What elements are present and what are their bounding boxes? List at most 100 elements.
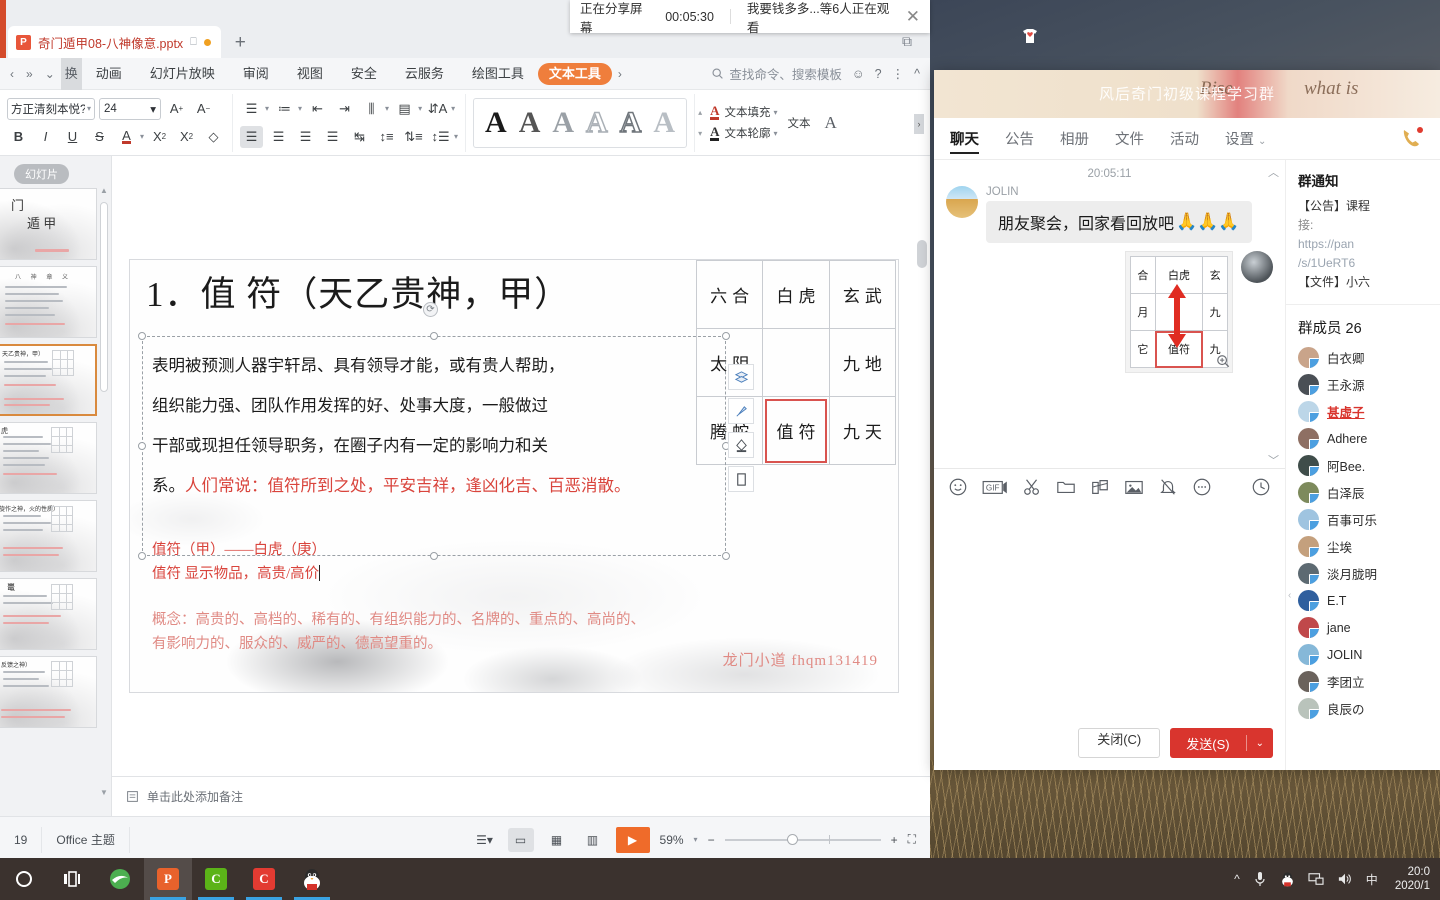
- scissors-icon[interactable]: [1022, 477, 1042, 497]
- chevron-down-icon[interactable]: ▾: [773, 129, 777, 138]
- ribbon-tab-animation[interactable]: 动画: [82, 58, 136, 90]
- browser-icon[interactable]: [96, 858, 144, 900]
- chevron-down-icon[interactable]: ▾: [694, 835, 698, 844]
- clear-formatting-button[interactable]: ◇: [202, 126, 225, 148]
- gif-icon[interactable]: GIF: [982, 477, 1008, 497]
- scroll-down-icon[interactable]: ▼: [99, 788, 109, 800]
- member-row-highlighted[interactable]: 甚虚子: [1286, 398, 1440, 425]
- zoom-slider-knob[interactable]: [786, 833, 798, 845]
- normal-view-button[interactable]: ▭: [507, 827, 534, 852]
- zoom-slider[interactable]: [724, 833, 881, 845]
- numbered-list-button[interactable]: ≔: [273, 98, 296, 120]
- ribbon-tab-slideshow[interactable]: 幻灯片放映: [136, 58, 229, 90]
- scrollbar-thumb[interactable]: [100, 202, 108, 392]
- align-text-button[interactable]: ▤: [393, 98, 416, 120]
- avatar[interactable]: [1241, 251, 1273, 283]
- tab-announcements[interactable]: 公告: [1005, 118, 1034, 160]
- scrollbar-thumb[interactable]: [917, 240, 927, 268]
- shape-outline-icon[interactable]: [728, 466, 754, 492]
- thumbnail-scrollbar[interactable]: ▲ ▼: [99, 186, 109, 800]
- canvas-scrollbar[interactable]: [916, 166, 928, 764]
- collapse-panel-icon[interactable]: ‹: [1288, 590, 1291, 601]
- superscript-button[interactable]: X2: [148, 126, 171, 148]
- feedback-icon[interactable]: ☺: [852, 67, 865, 81]
- member-row[interactable]: E.T: [1286, 587, 1440, 614]
- send-button[interactable]: 发送(S) ⌄: [1170, 728, 1273, 758]
- member-row[interactable]: 尘埃: [1286, 533, 1440, 560]
- help-icon[interactable]: ?: [875, 67, 882, 81]
- tab-chat[interactable]: 聊天: [950, 118, 979, 160]
- font-size-select[interactable]: 24 ▾: [99, 97, 162, 120]
- wordart-gallery[interactable]: A A A A A A: [473, 97, 688, 148]
- chevron-down-icon[interactable]: ▾: [454, 132, 458, 141]
- monitor-icon[interactable]: ⎕: [190, 36, 197, 49]
- slide-thumbnail[interactable]: 八 神 章 义: [0, 266, 97, 338]
- strikethrough-button[interactable]: S: [88, 126, 111, 148]
- reading-view-button[interactable]: ▥: [580, 828, 606, 852]
- member-row[interactable]: jane: [1286, 614, 1440, 641]
- message-bubble[interactable]: 朋友聚会，回家看回放吧 🙏🙏🙏: [986, 201, 1252, 243]
- wordart-style-4[interactable]: A: [581, 106, 613, 138]
- zoom-in-icon[interactable]: [1216, 354, 1230, 368]
- resize-handle-nw[interactable]: [138, 332, 146, 340]
- start-slideshow-button[interactable]: ▶: [615, 826, 650, 853]
- restore-window-icon[interactable]: ⧉: [902, 33, 912, 50]
- distribute-button[interactable]: ↹: [348, 126, 371, 148]
- grid-cell[interactable]: 六合: [695, 260, 764, 329]
- fit-to-window-button[interactable]: ⛶: [908, 832, 916, 847]
- grid-cell-highlighted[interactable]: 值符: [762, 396, 830, 465]
- text-rotation-button[interactable]: ⇵A: [426, 98, 449, 120]
- decrease-indent-button[interactable]: ⇤: [306, 98, 329, 120]
- close-button[interactable]: 关闭(C): [1078, 728, 1161, 758]
- chevron-down-icon[interactable]: ⌄: [39, 67, 61, 81]
- document-tab[interactable]: P 奇门遁甲08-八神像意.pptx ⎕: [8, 26, 221, 58]
- ribbon-tab-view[interactable]: 视图: [283, 58, 337, 90]
- grid-cell[interactable]: 玄武: [828, 260, 897, 329]
- align-right-button[interactable]: ☰: [294, 126, 317, 148]
- wordart-style-6[interactable]: A: [648, 107, 680, 138]
- outline-view-button[interactable]: ☰▾: [472, 828, 498, 852]
- resize-handle-n[interactable]: [430, 332, 438, 340]
- rotate-handle[interactable]: ⟳: [423, 302, 438, 317]
- bold-button[interactable]: B: [7, 126, 30, 148]
- wps-presentation-icon[interactable]: P: [144, 858, 192, 900]
- folder-icon[interactable]: [1056, 477, 1076, 497]
- microphone-icon[interactable]: [1253, 871, 1267, 887]
- increase-font-size-button[interactable]: A +: [165, 98, 188, 120]
- scroll-left-icon[interactable]: ‹: [4, 67, 20, 81]
- chevron-down-icon[interactable]: ⌄: [1247, 738, 1273, 749]
- wordart-style-1[interactable]: A: [480, 107, 512, 138]
- bell-off-icon[interactable]: [1158, 477, 1178, 497]
- align-left-button[interactable]: ☰: [240, 125, 264, 148]
- slide-thumbnail[interactable]: 反馈之神）: [0, 656, 97, 728]
- arrange-layers-icon[interactable]: [728, 364, 754, 390]
- resize-handle-ne[interactable]: [722, 332, 730, 340]
- spacing-options-button[interactable]: ↕☰: [429, 126, 452, 148]
- decrease-font-size-button[interactable]: A −: [192, 98, 215, 120]
- member-row[interactable]: 阿Bee.: [1286, 452, 1440, 479]
- chevron-down-icon[interactable]: ▾: [451, 104, 455, 113]
- ribbon-scroll-right-icon[interactable]: ›: [914, 114, 924, 134]
- wechat-green-icon[interactable]: C: [192, 858, 240, 900]
- more-icon[interactable]: [1192, 477, 1212, 497]
- format-brush-icon[interactable]: [728, 398, 754, 424]
- grid-cell[interactable]: [762, 328, 830, 397]
- screenshot-icon[interactable]: [1090, 477, 1110, 497]
- grid-cell[interactable]: 白虎: [762, 260, 830, 329]
- avatar[interactable]: [946, 186, 978, 218]
- system-clock[interactable]: 20:0 2020/1: [1391, 865, 1430, 893]
- notice-link[interactable]: /s/1UeRT6: [1298, 254, 1430, 273]
- collapse-ribbon-icon[interactable]: ^: [914, 67, 920, 81]
- member-list[interactable]: 白衣卿 王永源 甚虚子 Adhere 阿Bee. 白泽辰 百事可乐 尘埃 淡月胧…: [1286, 344, 1440, 722]
- tab-activities[interactable]: 活动: [1170, 118, 1199, 160]
- message-input[interactable]: [934, 505, 1285, 718]
- app-red-icon[interactable]: C: [240, 858, 288, 900]
- font-color-button[interactable]: A: [115, 126, 138, 148]
- member-row[interactable]: 白衣卿: [1286, 344, 1440, 371]
- group-notice[interactable]: 群通知 【公告】课程 接: https://pan /s/1UeRT6 【文件】…: [1286, 160, 1440, 305]
- member-row[interactable]: 淡月胧明: [1286, 560, 1440, 587]
- expand-messages-icon[interactable]: ﹀: [1268, 452, 1279, 468]
- command-search[interactable]: 查找命令、搜索模板: [711, 64, 842, 83]
- bullet-list-button[interactable]: ☰: [240, 98, 263, 120]
- wordart-style-3[interactable]: A: [547, 107, 579, 138]
